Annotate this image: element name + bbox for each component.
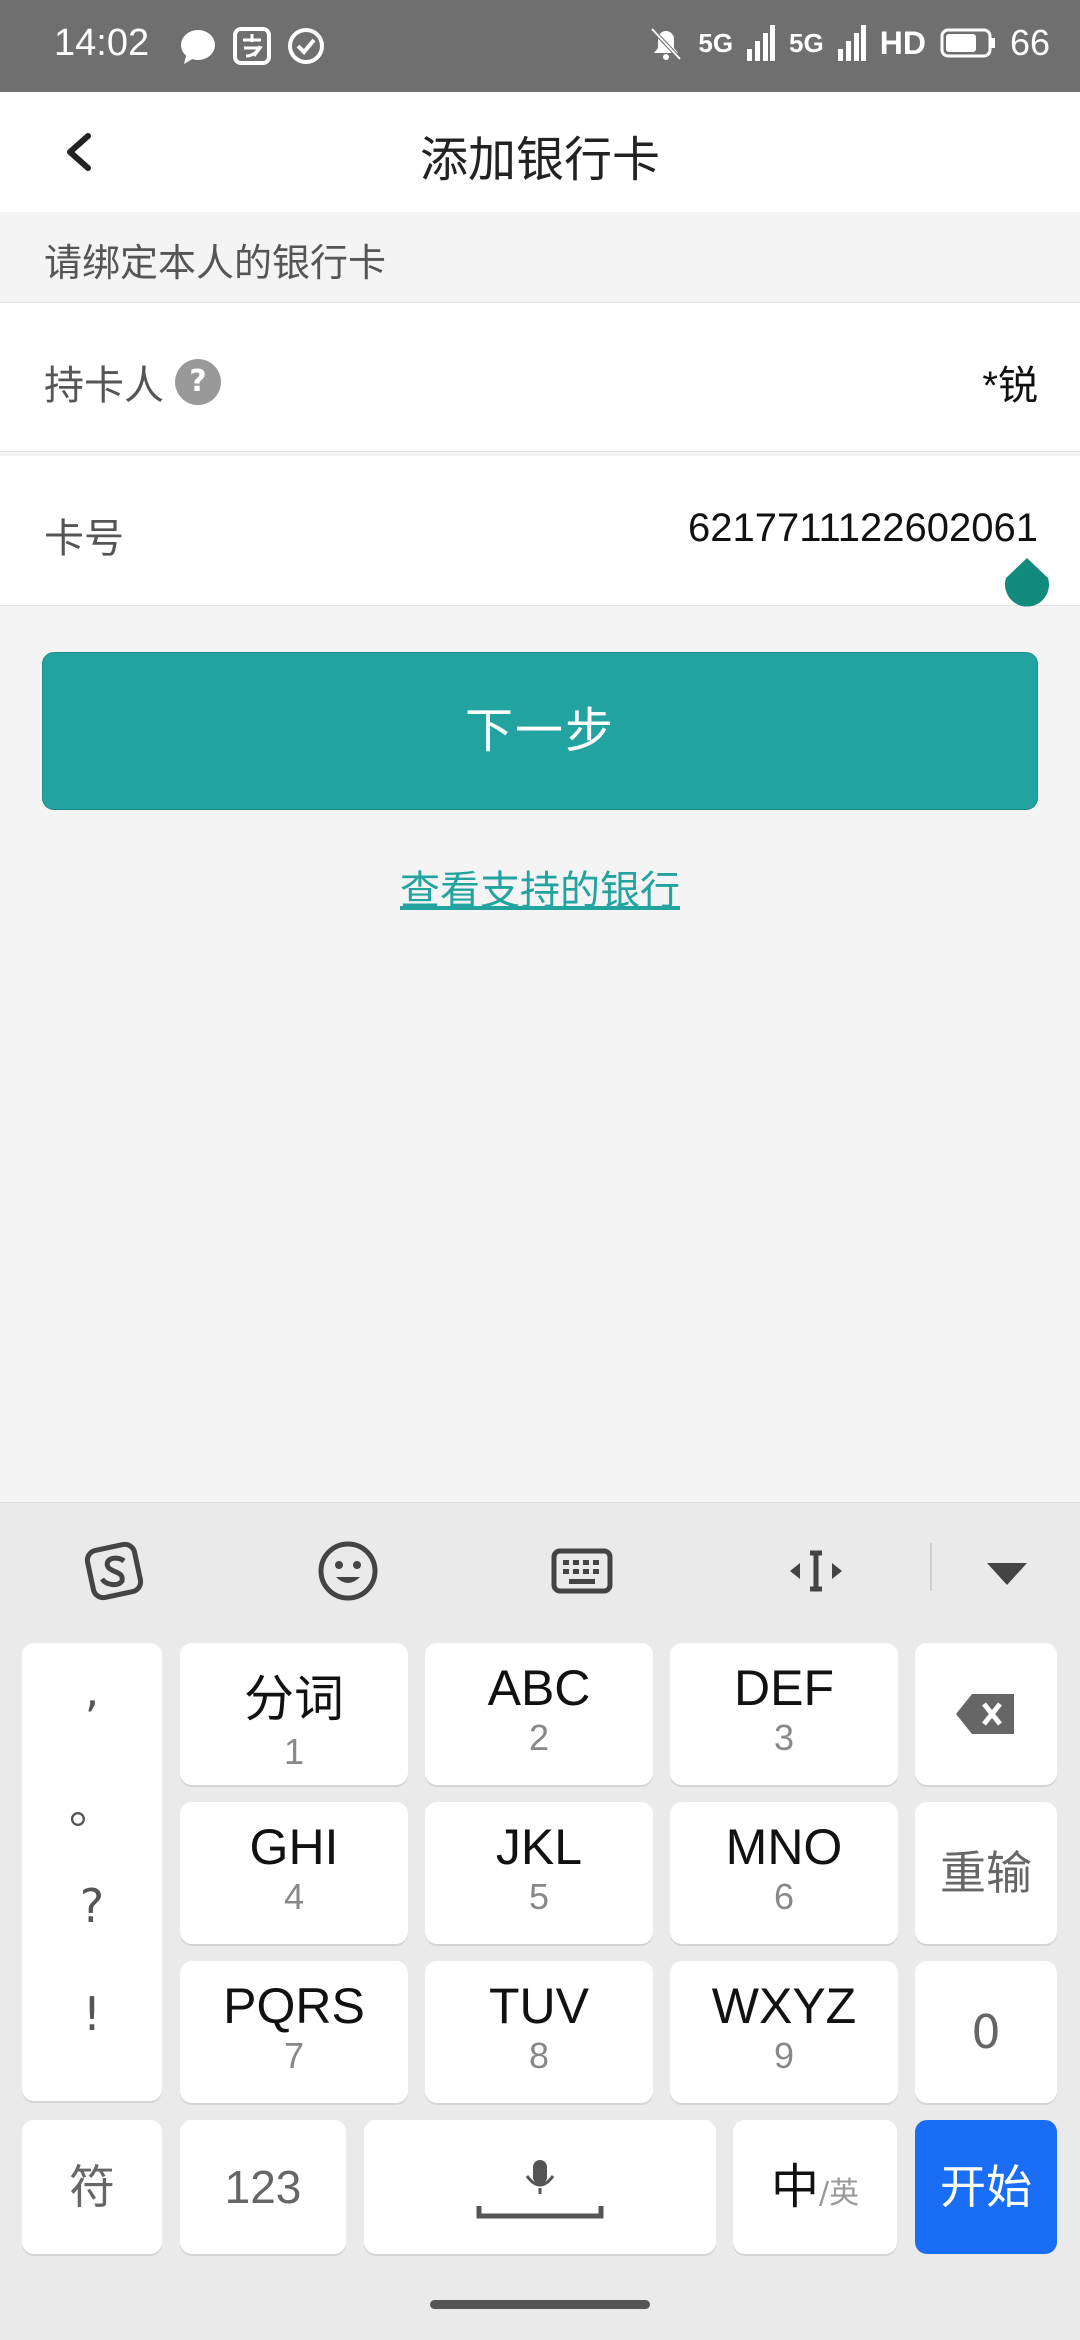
- key-digit: 1: [283, 1731, 305, 1772]
- bind-hint: 请绑定本人的银行卡: [44, 241, 387, 285]
- language-switch-key[interactable]: 中/英: [733, 2120, 897, 2254]
- key-digit: 3: [773, 1717, 795, 1758]
- key-label: ABC: [487, 1660, 591, 1716]
- next-step-button[interactable]: 下一步: [42, 652, 1038, 810]
- numbers-key[interactable]: 123: [180, 2120, 346, 2254]
- collapse-keyboard-icon[interactable]: [975, 1539, 1039, 1603]
- key-3[interactable]: DEF 3: [670, 1643, 898, 1785]
- key-8[interactable]: TUV 8: [425, 1961, 653, 2103]
- card-holder-row: 持卡人 ? *锐: [0, 302, 1080, 452]
- card-holder-value: *锐: [982, 364, 1038, 408]
- key-7[interactable]: PQRS 7: [180, 1961, 408, 2103]
- key-1[interactable]: 分词 1: [180, 1643, 408, 1785]
- signal-icon: [747, 25, 776, 61]
- reinput-label: 重输: [940, 1846, 1032, 1900]
- keyboard-icon[interactable]: [550, 1539, 614, 1603]
- key-label: GHI: [249, 1819, 339, 1875]
- backspace-icon: [956, 1694, 1014, 1734]
- punct-period[interactable]: 。: [22, 1771, 162, 1837]
- key-label: JKL: [495, 1819, 583, 1875]
- check-circle-icon: [288, 28, 324, 64]
- cursor-move-icon[interactable]: [784, 1539, 848, 1603]
- key-digit: 5: [528, 1876, 550, 1917]
- text-cursor-handle-icon[interactable]: [1002, 556, 1052, 612]
- status-time: 14:02: [54, 22, 150, 64]
- battery-level: 66: [1009, 22, 1050, 63]
- card-holder-label: 持卡人: [44, 363, 164, 409]
- lang-separator: /: [818, 2176, 830, 2211]
- key-label: MNO: [725, 1819, 843, 1875]
- keyboard: , 。 ? ! 分词 1 ABC 2 DEF 3 GHI 4 JKL 5 MNO 6 重输 …: [0, 1502, 1080, 2340]
- lang-chinese: 中: [770, 2159, 819, 2215]
- key-label: 分词: [244, 1671, 344, 1727]
- microphone-space-icon: [476, 2160, 604, 2219]
- supported-banks-link[interactable]: 查看支持的银行: [0, 858, 1080, 916]
- key-digit: 4: [283, 1876, 305, 1917]
- key-digit: 7: [283, 2035, 305, 2076]
- battery-icon: [940, 28, 995, 58]
- key-label: DEF: [734, 1660, 834, 1716]
- key-2[interactable]: ABC 2: [425, 1643, 653, 1785]
- enter-key[interactable]: 开始: [915, 2120, 1057, 2254]
- card-number-label: 卡号: [44, 516, 124, 562]
- symbols-key[interactable]: 符: [22, 2120, 162, 2254]
- status-right: 5G 5G HD 66: [648, 22, 1050, 64]
- toolbar-divider: [930, 1543, 932, 1591]
- key-9[interactable]: WXYZ 9: [670, 1961, 898, 2103]
- key-digit: 6: [773, 1876, 795, 1917]
- page-title: 添加银行卡: [419, 132, 660, 188]
- backspace-key[interactable]: [915, 1643, 1057, 1785]
- punct-comma[interactable]: ,: [22, 1663, 162, 1717]
- punct-exclaim[interactable]: !: [22, 1987, 162, 2041]
- key-label: PQRS: [223, 1978, 365, 2034]
- network-5g-1: 5G: [698, 27, 734, 58]
- key-digit: 9: [773, 2035, 795, 2076]
- key-5[interactable]: JKL 5: [425, 1802, 653, 1944]
- network-5g-2: 5G: [789, 27, 824, 58]
- home-indicator[interactable]: [430, 2300, 650, 2309]
- hd-indicator: HD: [879, 24, 926, 61]
- signal-icon-2: [837, 25, 866, 61]
- emoji-icon[interactable]: [316, 1539, 380, 1603]
- chat-bubble-icon: [181, 30, 215, 64]
- status-bar: 14:02 5G 5G HD 66: [0, 0, 1080, 92]
- keyboard-toolbar: [0, 1503, 1080, 1629]
- key-0[interactable]: 0: [915, 1961, 1057, 2103]
- numbers-label: 123: [224, 2161, 302, 2213]
- punctuation-column[interactable]: , 。 ? !: [22, 1643, 162, 2101]
- card-number-row[interactable]: 卡号 6217711122602061: [0, 456, 1080, 606]
- key-digit: 2: [528, 1717, 550, 1758]
- key-label: TUV: [489, 1978, 589, 2034]
- reinput-key[interactable]: 重输: [915, 1802, 1057, 1944]
- symbols-label: 符: [69, 2160, 115, 2214]
- key-6[interactable]: MNO 6: [670, 1802, 898, 1944]
- alipay-icon: [233, 27, 271, 65]
- card-number-input[interactable]: 6217711122602061: [688, 506, 1038, 551]
- zero-label: 0: [971, 2005, 1001, 2059]
- key-4[interactable]: GHI 4: [180, 1802, 408, 1944]
- key-label: WXYZ: [711, 1978, 857, 2034]
- punct-question[interactable]: ?: [22, 1879, 162, 1933]
- nav-bar: 添加银行卡: [0, 92, 1080, 212]
- mute-bell-icon: [650, 27, 682, 61]
- enter-label: 开始: [940, 2160, 1032, 2214]
- sogou-logo-icon[interactable]: [82, 1539, 146, 1603]
- space-key[interactable]: [364, 2120, 716, 2254]
- lang-english: 英: [829, 2176, 860, 2211]
- key-digit: 8: [528, 2035, 550, 2076]
- help-icon[interactable]: ?: [175, 359, 221, 405]
